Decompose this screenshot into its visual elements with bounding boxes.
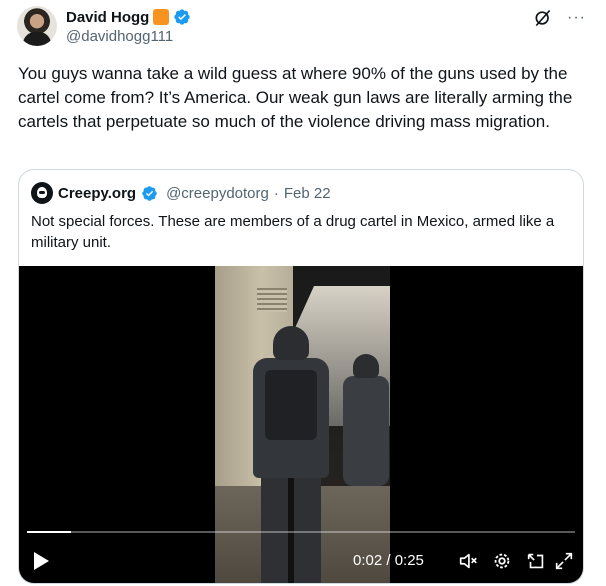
- video-controls: 0:02 / 0:25: [19, 546, 583, 576]
- quoted-tweet-text: Not special forces. These are members of…: [31, 213, 555, 251]
- video-time: 0:02 / 0:25: [353, 552, 424, 569]
- mute-icon[interactable]: [457, 550, 479, 572]
- affiliation-badge-icon: [153, 9, 170, 25]
- more-options-icon[interactable]: ···: [567, 8, 586, 28]
- quoted-author-handle[interactable]: @creepydotorg: [166, 185, 269, 202]
- author-display-name[interactable]: David Hogg: [66, 9, 149, 26]
- video-frame: [215, 266, 390, 583]
- video-player[interactable]: 0:02 / 0:25: [19, 266, 583, 583]
- play-icon[interactable]: [31, 550, 51, 572]
- tweet-top-actions: ···: [533, 8, 586, 28]
- quoted-author-display-name[interactable]: Creepy.org: [58, 185, 136, 202]
- author-avatar[interactable]: [17, 6, 57, 46]
- video-progress-bar[interactable]: [27, 531, 575, 533]
- quoted-tweet[interactable]: Creepy.org @creepydotorg · Feb 22 Not sp…: [18, 169, 584, 584]
- tweet: David Hogg @davidhogg111 ··· You guys wa…: [0, 0, 606, 586]
- verified-badge-icon: [174, 9, 191, 25]
- video-progress-fill: [27, 531, 71, 533]
- quoted-tweet-date[interactable]: Feb 22: [284, 185, 331, 202]
- verified-badge-icon: [142, 185, 157, 201]
- separator-dot: ·: [273, 184, 279, 202]
- quoted-tweet-header: Creepy.org @creepydotorg · Feb 22: [31, 182, 331, 204]
- author-name-row: David Hogg: [66, 7, 191, 27]
- picture-in-picture-icon[interactable]: [525, 550, 547, 572]
- fullscreen-icon[interactable]: [553, 550, 575, 572]
- grok-icon[interactable]: [533, 8, 553, 28]
- settings-icon[interactable]: [491, 550, 513, 572]
- author-handle[interactable]: @davidhogg111: [66, 28, 173, 45]
- tweet-text: You guys wanna take a wild guess at wher…: [18, 64, 573, 131]
- quoted-author-avatar[interactable]: [31, 182, 53, 204]
